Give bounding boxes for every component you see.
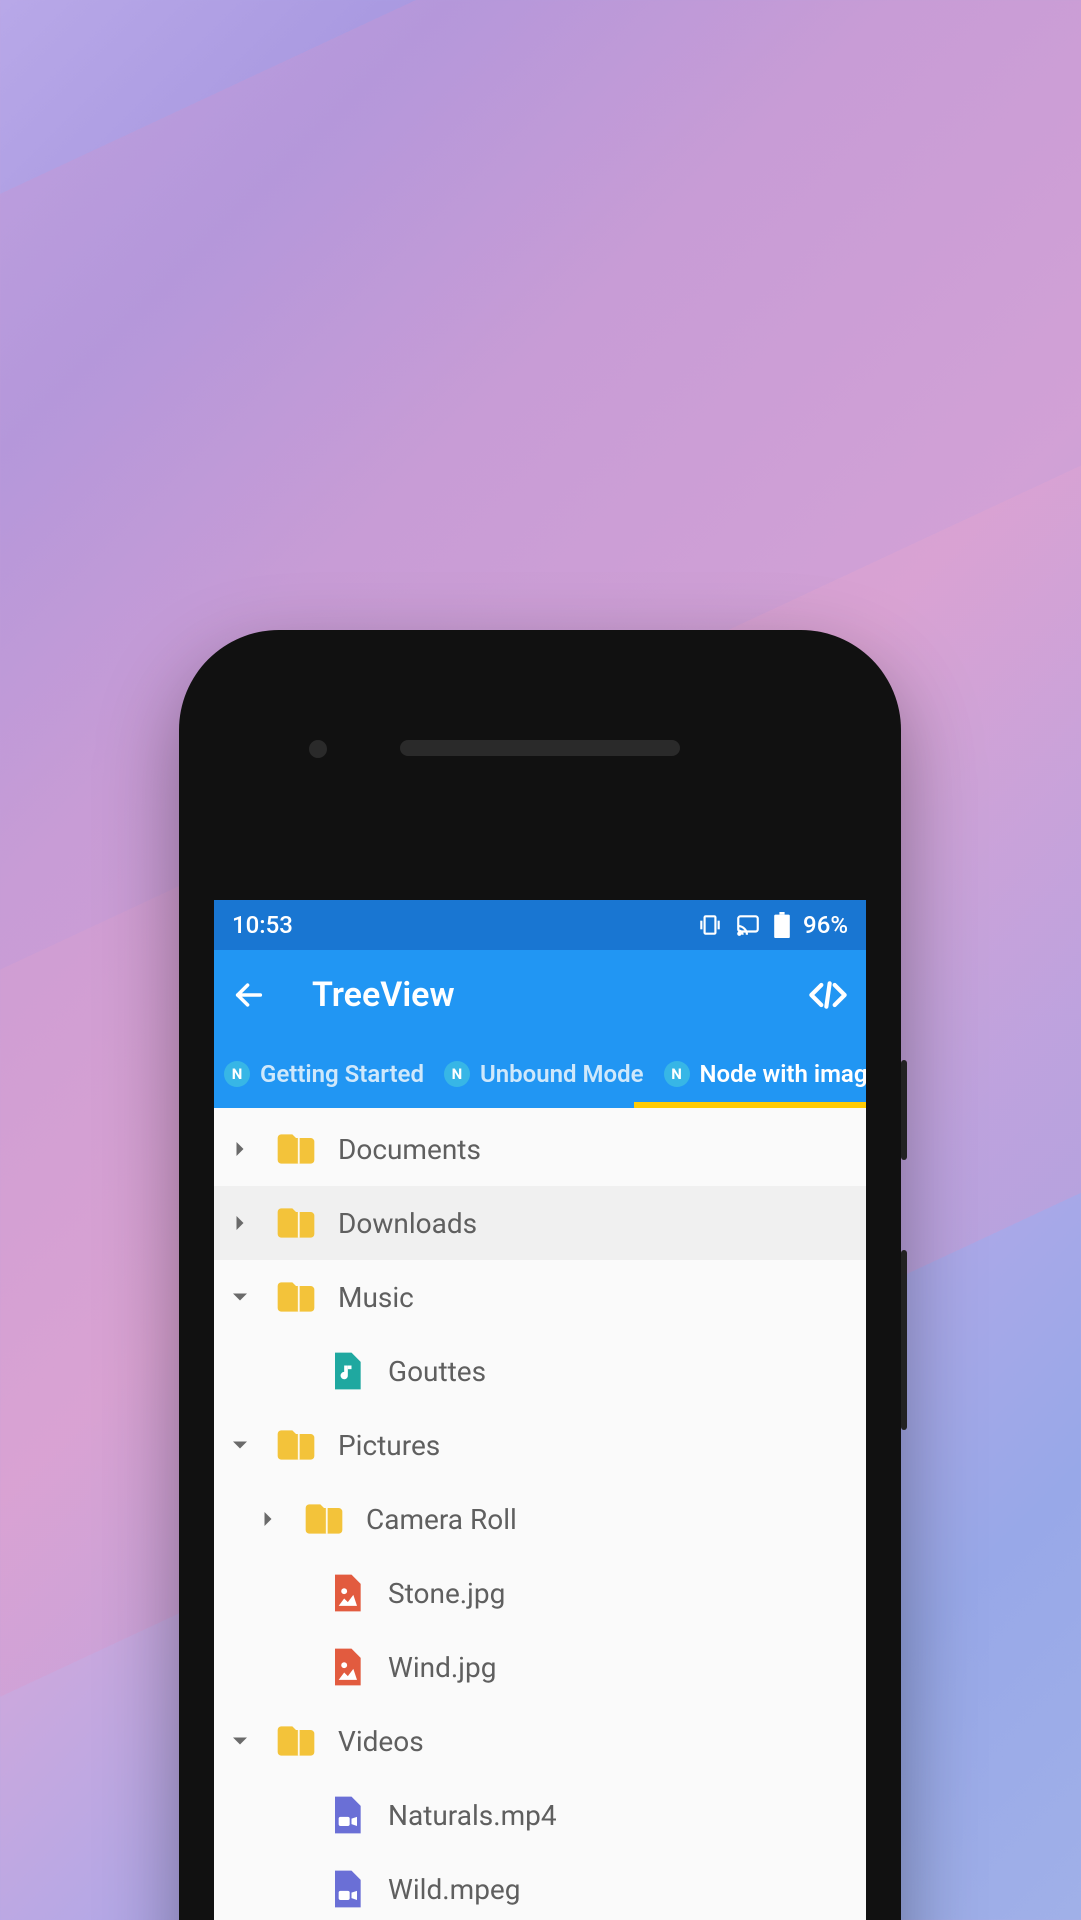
folder-icon <box>274 1423 318 1467</box>
tab-bar: N Getting Started N Unbound Mode N Node … <box>214 1040 866 1108</box>
folder-icon <box>274 1719 318 1763</box>
phone-side-button <box>901 1060 907 1160</box>
phone-camera <box>309 740 327 758</box>
tree-folder[interactable]: Videos <box>214 1704 866 1778</box>
video-file-icon <box>324 1867 368 1911</box>
tab-indicator <box>634 1102 866 1108</box>
tree-item-label: Wind.jpg <box>388 1651 496 1684</box>
tree-item-label: Documents <box>338 1133 481 1166</box>
tree-item-label: Gouttes <box>388 1355 486 1388</box>
phone-speaker <box>400 740 680 756</box>
phone-screen: 10:53 96% TreeView <box>214 900 866 1920</box>
audio-file-icon <box>324 1349 368 1393</box>
tree-folder[interactable]: Documents <box>214 1112 866 1186</box>
chevron-down-icon[interactable] <box>220 1721 260 1761</box>
folder-icon <box>302 1497 346 1541</box>
tree-file[interactable]: Wild.mpeg <box>214 1852 866 1920</box>
code-button[interactable] <box>808 975 848 1015</box>
phone-side-button <box>901 1250 907 1430</box>
tab-node-with-images[interactable]: N Node with images <box>654 1040 866 1108</box>
tab-badge-icon: N <box>224 1061 250 1087</box>
tree-file[interactable]: Naturals.mp4 <box>214 1778 866 1852</box>
app-bar: TreeView <box>214 950 866 1040</box>
tab-getting-started[interactable]: N Getting Started <box>214 1040 434 1108</box>
cast-icon <box>735 912 761 938</box>
status-bar: 10:53 96% <box>214 900 866 950</box>
tree-item-label: Music <box>338 1281 414 1314</box>
tree-item-label: Downloads <box>338 1207 477 1240</box>
tab-label: Getting Started <box>260 1060 424 1088</box>
phone-frame: 10:53 96% TreeView <box>179 630 901 1920</box>
page-title: TreeView <box>312 975 455 1015</box>
image-file-icon <box>324 1571 368 1615</box>
folder-icon <box>274 1127 318 1171</box>
tree-item-label: Pictures <box>338 1429 440 1462</box>
tab-badge-icon: N <box>444 1061 470 1087</box>
tree-file[interactable]: Gouttes <box>214 1334 866 1408</box>
tree-file[interactable]: Stone.jpg <box>214 1556 866 1630</box>
tree-folder[interactable]: Downloads <box>214 1186 866 1260</box>
vibrate-icon <box>697 912 723 938</box>
chevron-right-icon[interactable] <box>248 1499 288 1539</box>
folder-icon <box>274 1201 318 1245</box>
battery-percent: 96% <box>803 911 848 939</box>
tree-item-label: Stone.jpg <box>388 1577 505 1610</box>
tree-folder[interactable]: Music <box>214 1260 866 1334</box>
tab-badge-icon: N <box>664 1061 690 1087</box>
tree-folder[interactable]: Camera Roll <box>214 1482 866 1556</box>
image-file-icon <box>324 1645 368 1689</box>
tree-item-label: Camera Roll <box>366 1503 517 1536</box>
status-time: 10:53 <box>232 911 293 939</box>
tree-view[interactable]: Documents Downloads Music Gouttes Pictures Ca… <box>214 1108 866 1920</box>
tree-folder[interactable]: Pictures <box>214 1408 866 1482</box>
tree-item-label: Wild.mpeg <box>388 1873 520 1906</box>
chevron-right-icon[interactable] <box>220 1203 260 1243</box>
chevron-down-icon[interactable] <box>220 1425 260 1465</box>
tree-item-label: Naturals.mp4 <box>388 1799 557 1832</box>
tab-unbound-mode[interactable]: N Unbound Mode <box>434 1040 654 1108</box>
tab-label: Node with images <box>700 1060 866 1088</box>
tree-item-label: Videos <box>338 1725 424 1758</box>
video-file-icon <box>324 1793 368 1837</box>
folder-icon <box>274 1275 318 1319</box>
battery-icon <box>773 912 791 938</box>
chevron-right-icon[interactable] <box>220 1129 260 1169</box>
tab-label: Unbound Mode <box>480 1060 644 1088</box>
chevron-down-icon[interactable] <box>220 1277 260 1317</box>
tree-file[interactable]: Wind.jpg <box>214 1630 866 1704</box>
back-button[interactable] <box>232 978 266 1012</box>
